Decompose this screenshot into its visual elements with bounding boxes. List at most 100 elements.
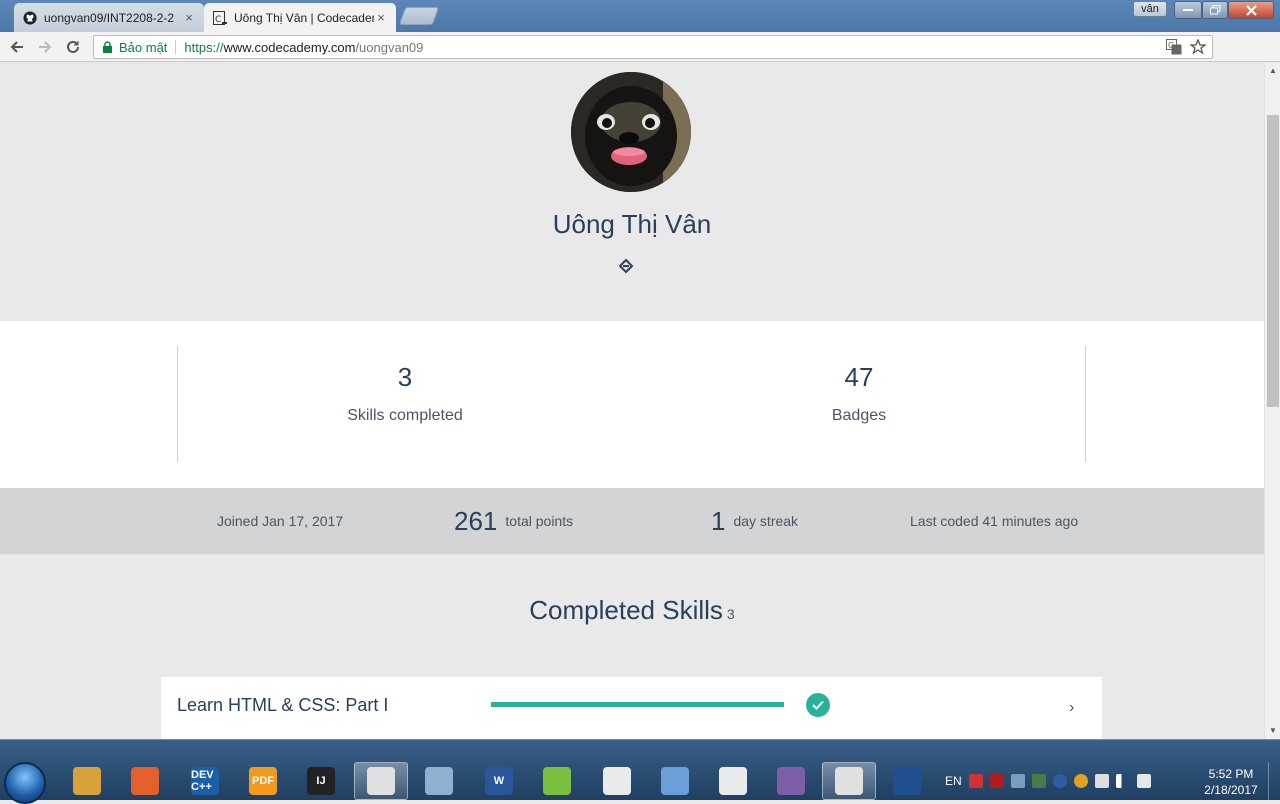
word-icon: W	[485, 767, 513, 795]
browser-toolbar: Bảo mật https:// www.codecademy.com /uon…	[0, 32, 1280, 90]
skills-completed-value: 3	[397, 362, 413, 392]
paint-icon	[425, 767, 453, 795]
taskbar-app-button[interactable]: PDF	[236, 762, 290, 800]
joined-date: Joined Jan 17, 2017	[217, 513, 344, 529]
taskbar-app-button[interactable]	[822, 762, 876, 800]
url-path: /uongvan09	[355, 39, 424, 55]
window-app-2-icon	[719, 767, 747, 795]
taskbar-app-button[interactable]	[354, 762, 408, 800]
github-desktop-icon	[777, 767, 805, 795]
intellij-icon: IJ	[307, 767, 335, 795]
show-desktop-button[interactable]	[1268, 762, 1280, 800]
tray-app-icon[interactable]	[1031, 774, 1046, 788]
last-coded: Last coded 41 minutes ago	[910, 513, 1079, 529]
scroll-down-icon[interactable]: ▼	[1265, 723, 1280, 739]
minimize-icon	[1183, 9, 1193, 11]
taskbar-app-button[interactable]	[590, 762, 644, 800]
completed-skills-count: 3	[726, 606, 735, 622]
notepad-plus-icon	[543, 767, 571, 795]
foxit-pdf-icon: PDF	[249, 767, 277, 795]
display-icon[interactable]	[1010, 774, 1025, 788]
day-streak-value: 1	[711, 505, 726, 536]
taskbar-app-button[interactable]	[764, 762, 818, 800]
taskbar-app-button[interactable]	[706, 762, 760, 800]
start-button[interactable]	[4, 762, 46, 804]
taskbar-app-button[interactable]	[648, 762, 702, 800]
taskbar-app-button[interactable]	[60, 762, 114, 800]
skill-card[interactable]: Learn HTML & CSS: Part I ›	[161, 677, 1102, 739]
profile-name: Uông Thị Vân	[552, 209, 712, 239]
clock-date: 2/18/2017	[1204, 783, 1258, 797]
media-player-icon	[131, 767, 159, 795]
svg-text:C: C	[215, 15, 221, 25]
bookmark-star-icon[interactable]	[1190, 39, 1206, 55]
taskbar-app-button[interactable]: DEV C++	[178, 762, 232, 800]
virtualbox-icon	[661, 767, 689, 795]
skills-completed-label: Skills completed	[347, 407, 463, 424]
arrow-right-icon	[39, 41, 52, 53]
scroll-up-icon[interactable]: ▲	[1265, 63, 1280, 79]
close-icon	[1245, 4, 1257, 16]
address-bar[interactable]: Bảo mật https:// www.codecademy.com /uon…	[93, 35, 1213, 59]
reload-button[interactable]	[62, 36, 84, 58]
tab-github[interactable]: uongvan09/INT2208-2-2 ×	[14, 3, 204, 32]
taskbar-app-button[interactable]: IJ	[294, 762, 348, 800]
power-icon[interactable]	[1094, 774, 1109, 788]
maximize-button[interactable]	[1202, 1, 1228, 19]
total-points-value: 261	[454, 505, 498, 536]
tab-label: uongvan09/INT2208-2-2	[44, 10, 175, 25]
taskbar-app-button[interactable]	[118, 762, 172, 800]
metrics-bar: Joined Jan 17, 2017 261 total points 1 d…	[0, 488, 1264, 554]
antivirus-icon[interactable]	[989, 774, 1004, 788]
completed-skills-title: Completed Skills	[529, 595, 723, 625]
file-explorer-icon	[73, 767, 101, 795]
powershell-icon	[893, 767, 921, 795]
close-window-button[interactable]	[1228, 1, 1274, 19]
address-separator	[175, 40, 177, 54]
profile-switcher[interactable]: vân	[1133, 1, 1167, 17]
chevron-right-icon[interactable]: ›	[1069, 699, 1074, 717]
windows-taskbar: DEV C++ PDF IJ W EN 5:52 PM 2/18/2017	[0, 739, 1280, 804]
tab-label: Uông Thị Vân | Codecademy	[234, 10, 374, 25]
svg-text:G: G	[1168, 41, 1174, 50]
page-scrollbar[interactable]: ▲ ▼	[1264, 63, 1280, 739]
github-icon	[22, 10, 38, 26]
dev-cpp-icon: DEV C++	[191, 767, 219, 795]
chrome-user-icon	[835, 767, 863, 795]
taskbar-app-button[interactable]	[412, 762, 466, 800]
tab-codecademy[interactable]: C Uông Thị Vân | Codecademy ×	[204, 3, 396, 32]
volume-icon[interactable]	[1136, 774, 1151, 788]
language-indicator[interactable]: EN	[945, 774, 962, 788]
completed-skills-heading: Completed Skills 3	[0, 595, 1264, 626]
new-tab-button[interactable]	[398, 7, 440, 25]
chrome-icon	[367, 767, 395, 795]
page-viewport: Uông Thị Vân 3 Skills completed 47 Badge…	[0, 63, 1264, 739]
bluetooth-icon[interactable]	[1052, 774, 1067, 788]
check-icon	[806, 693, 830, 717]
clock[interactable]: 5:52 PM 2/18/2017	[1196, 766, 1266, 798]
scrollbar-thumb[interactable]	[1267, 115, 1279, 407]
url-host: www.codecademy.com	[223, 39, 356, 55]
badges-stat[interactable]: 47 Badges	[729, 362, 989, 425]
window-app-icon	[603, 767, 631, 795]
total-points: 261 total points	[454, 488, 573, 554]
tab-close-button[interactable]: ×	[182, 10, 196, 25]
day-streak: 1 day streak	[711, 488, 798, 554]
tab-strip: uongvan09/INT2208-2-2 × C Uông Thị Vân |…	[0, 0, 1280, 32]
forward-button[interactable]	[34, 36, 56, 58]
taskbar-app-button[interactable]	[530, 762, 584, 800]
back-button[interactable]	[6, 36, 28, 58]
skill-progress-fill	[491, 702, 784, 707]
restore-icon	[1209, 5, 1220, 15]
minimize-button[interactable]	[1174, 1, 1202, 19]
pug-avatar-image	[571, 72, 691, 192]
secure-label: Bảo mật	[119, 39, 168, 55]
tab-close-button[interactable]: ×	[374, 10, 388, 25]
taskbar-app-button[interactable]: W	[472, 762, 526, 800]
website-link-icon[interactable]	[617, 257, 635, 275]
network-error-icon[interactable]	[968, 774, 983, 788]
translate-icon[interactable]: G	[1166, 39, 1182, 55]
signal-icon[interactable]	[1115, 774, 1130, 788]
update-icon[interactable]	[1073, 774, 1088, 788]
taskbar-app-button[interactable]	[880, 762, 934, 800]
